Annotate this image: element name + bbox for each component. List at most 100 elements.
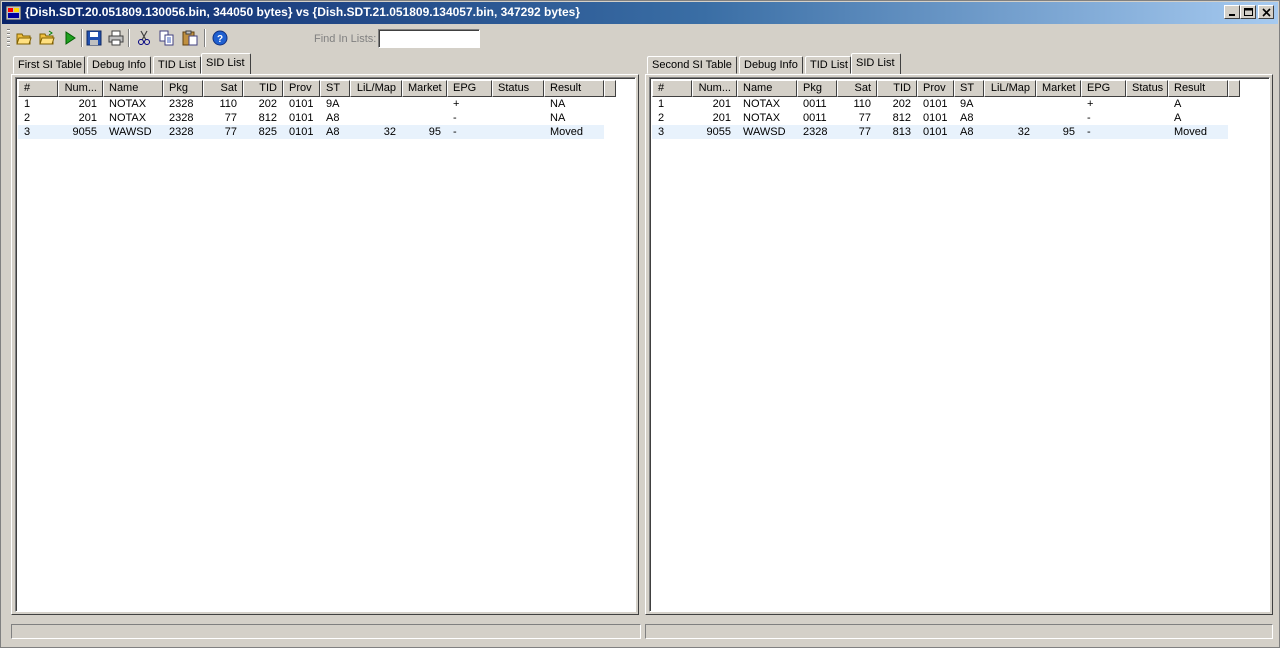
col-status <box>492 97 544 111</box>
column-header-market[interactable]: Market <box>402 80 447 97</box>
open-button[interactable] <box>37 28 57 48</box>
column-header-st[interactable]: ST <box>954 80 984 97</box>
col-sat: 110 <box>853 98 871 110</box>
find-in-lists-input[interactable] <box>378 29 480 48</box>
column-header-num[interactable]: Num... <box>692 80 737 97</box>
open-icon <box>39 30 55 45</box>
col-sat: 77 <box>858 112 871 124</box>
column-header-result[interactable]: Result <box>544 80 604 97</box>
copy-button[interactable] <box>157 28 177 48</box>
main-window: {Dish.SDT.20.051809.130056.bin, 344050 b… <box>0 0 1280 648</box>
col-name: NOTAX <box>109 98 147 110</box>
column-header-epg[interactable]: EPG <box>1081 80 1126 97</box>
table-row[interactable]: 3 9055 WAWSD 2328 77 825 0101 A8 32 95- Moved <box>18 125 604 139</box>
column-header-number[interactable]: # <box>18 80 58 97</box>
table-row[interactable]: 1 201 NOTAX 0011 110 202 0101 9A + A <box>652 97 1228 111</box>
copy-icon <box>159 30 174 46</box>
right-sid-list[interactable]: # Num... Name Pkg Sat TID Prov ST LiL/Map Market E… <box>649 77 1270 612</box>
close-button[interactable] <box>1258 5 1274 19</box>
right-tab-panel: # Num... Name Pkg Sat TID Prov ST LiL/Map Market E… <box>645 74 1273 615</box>
column-header-pkg[interactable]: Pkg <box>163 80 203 97</box>
column-header-market[interactable]: Market <box>1036 80 1081 97</box>
col-number: 2 <box>24 112 31 124</box>
col-result: A <box>1174 98 1182 110</box>
tab-second-si-table[interactable]: Second SI Table <box>647 56 737 74</box>
column-header-name[interactable]: Name <box>737 80 797 97</box>
cut-button[interactable] <box>134 28 154 48</box>
column-header-pkg[interactable]: Pkg <box>797 80 837 97</box>
title-bar[interactable]: {Dish.SDT.20.051809.130056.bin, 344050 b… <box>2 2 1278 24</box>
col-name: WAWSD <box>743 126 786 138</box>
col-market <box>402 97 447 111</box>
col-tid: 812 <box>892 112 911 124</box>
left-tab-panel: # Num... Name Pkg Sat TID Prov ST LiL/Map Market E… <box>11 74 639 615</box>
table-row[interactable]: 1 201 NOTAX 2328 110 202 0101 9A + NA <box>18 97 604 111</box>
col-number: 3 <box>24 126 31 138</box>
column-header-sat[interactable]: Sat <box>203 80 243 97</box>
col-prov: 0101 <box>923 98 948 110</box>
column-header-sat[interactable]: Sat <box>837 80 877 97</box>
column-header-prov[interactable]: Prov <box>917 80 954 97</box>
toolbar-grip[interactable] <box>7 29 10 47</box>
column-header-tid[interactable]: TID <box>243 80 283 97</box>
maximize-icon <box>1244 8 1253 16</box>
column-header-name[interactable]: Name <box>103 80 163 97</box>
tab-sid-list[interactable]: SID List <box>201 53 251 74</box>
paste-icon <box>182 30 198 46</box>
col-pkg: 2328 <box>169 126 194 138</box>
col-market <box>402 111 447 125</box>
table-row[interactable]: 2 201 NOTAX 0011 77 812 0101 A8 - A <box>652 111 1228 125</box>
col-pkg: 0011 <box>803 98 827 110</box>
column-header-num[interactable]: Num... <box>58 80 103 97</box>
col-number: 1 <box>658 98 665 110</box>
run-button[interactable] <box>60 28 80 48</box>
column-header-st[interactable]: ST <box>320 80 350 97</box>
col-prov: 0101 <box>923 126 948 138</box>
col-pkg: 2328 <box>169 98 194 110</box>
column-header-status[interactable]: Status <box>1126 80 1168 97</box>
left-sid-list[interactable]: # Num... Name Pkg Sat TID Prov ST LiL/Map Market E… <box>15 77 636 612</box>
open-folder-button[interactable] <box>14 28 34 48</box>
column-header-result[interactable]: Result <box>1168 80 1228 97</box>
column-header-tid[interactable]: TID <box>877 80 917 97</box>
tab-debug-info[interactable]: Debug Info <box>739 56 803 74</box>
col-sat: 110 <box>219 98 237 110</box>
column-header-status[interactable]: Status <box>492 80 544 97</box>
print-button[interactable] <box>106 28 126 48</box>
tab-debug-info[interactable]: Debug Info <box>87 56 151 74</box>
col-result: Moved <box>550 126 584 138</box>
maximize-button[interactable] <box>1240 5 1256 19</box>
col-sat: 77 <box>858 126 871 138</box>
col-epg: - <box>1087 126 1091 138</box>
window-title: {Dish.SDT.20.051809.130056.bin, 344050 b… <box>25 5 581 19</box>
col-tid: 813 <box>892 126 911 138</box>
tab-tid-list[interactable]: TID List <box>153 56 201 74</box>
table-row[interactable]: 3 9055 WAWSD 2328 77 813 0101 A8 32 95- Moved <box>652 125 1228 139</box>
save-button[interactable] <box>84 28 104 48</box>
col-status <box>492 111 544 125</box>
tab-sid-list[interactable]: SID List <box>851 53 901 74</box>
table-row[interactable]: 2 201 NOTAX 2328 77 812 0101 A8 - NA <box>18 111 604 125</box>
column-header-lil-map[interactable]: LiL/Map <box>350 80 402 97</box>
col-lil-map <box>984 111 1036 125</box>
column-header-prov[interactable]: Prov <box>283 80 320 97</box>
right-status-bar <box>645 624 1273 639</box>
col-prov: 0101 <box>923 112 948 124</box>
right-list-rows: 1 201 NOTAX 0011 110 202 0101 9A + A 2 201 NOTAX 0011… <box>652 97 1228 139</box>
col-number: 2 <box>658 112 665 124</box>
left-tab-strip: First SI Table Debug Info TID List SID L… <box>13 53 639 75</box>
column-header-number[interactable]: # <box>652 80 692 97</box>
col-tid: 202 <box>258 98 277 110</box>
help-button[interactable]: ? <box>210 28 230 48</box>
tab-first-si-table[interactable]: First SI Table <box>13 56 85 74</box>
col-tid: 825 <box>258 126 277 138</box>
col-num: 9055 <box>706 126 731 138</box>
minimize-button[interactable] <box>1224 5 1240 19</box>
column-header-epg[interactable]: EPG <box>447 80 492 97</box>
column-header-lil-map[interactable]: LiL/Map <box>984 80 1036 97</box>
paste-button[interactable] <box>180 28 200 48</box>
col-num: 201 <box>78 98 97 110</box>
tab-tid-list[interactable]: TID List <box>805 56 851 74</box>
col-number: 3 <box>658 126 665 138</box>
col-prov: 0101 <box>289 126 314 138</box>
